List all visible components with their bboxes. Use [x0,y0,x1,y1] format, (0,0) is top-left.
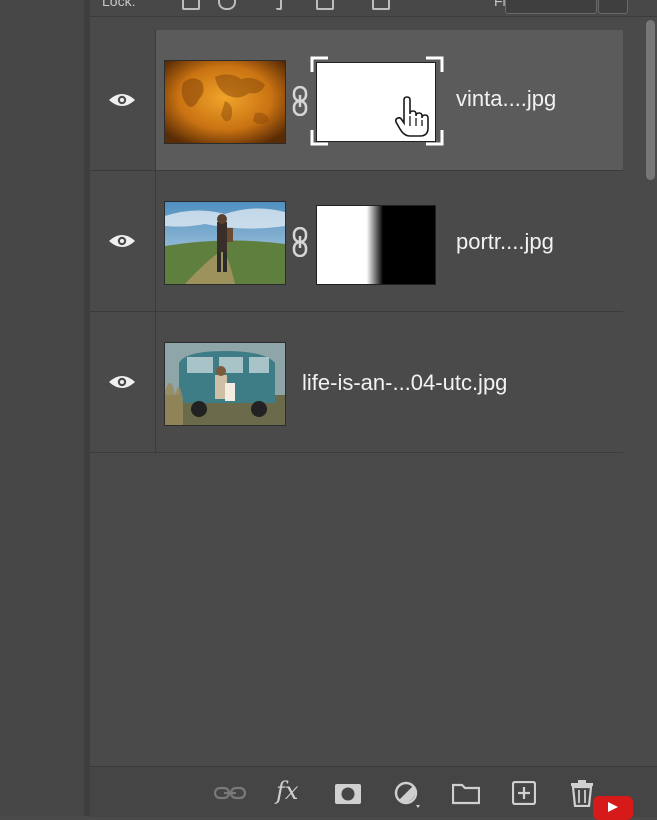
lock-label: Lock: [102,0,136,9]
eye-icon[interactable] [108,233,136,249]
layer-thumbnail [164,342,286,426]
scrollbar-thumb[interactable] [646,20,655,180]
mask-link-icon[interactable] [292,227,308,257]
lock-pixels-icon[interactable] [182,0,200,10]
layers-options-bar: Lock: Fill: [90,0,657,17]
new-group-icon[interactable] [452,781,480,805]
layers-bottom-toolbar: fx [90,766,657,817]
lock-all-icon[interactable] [372,0,390,10]
layer-name[interactable]: life-is-an-...04-utc.jpg [302,370,507,396]
play-icon [608,802,618,812]
youtube-logo [593,796,633,820]
lock-artboard-icon[interactable] [316,0,334,10]
lock-brush-icon[interactable] [218,0,236,10]
mask-link-icon[interactable] [292,86,308,116]
adjustment-layer-icon[interactable] [394,781,422,809]
new-layer-icon[interactable] [512,781,536,805]
layer-thumbnail [164,201,286,285]
hand-cursor-icon [394,96,429,137]
fill-dropdown[interactable] [598,0,628,14]
trash-icon[interactable] [570,779,594,807]
layer-name[interactable]: portr....jpg [456,229,554,255]
eye-icon[interactable] [108,374,136,390]
layer-row[interactable]: life-is-an-...04-utc.jpg [90,312,623,453]
layer-row[interactable]: vinta....jpg [90,30,623,171]
fill-input[interactable] [505,0,597,14]
link-layers-icon[interactable] [214,785,246,801]
eye-icon[interactable] [108,92,136,108]
add-mask-icon[interactable] [334,783,362,805]
fx-icon[interactable]: fx [276,777,298,805]
layer-mask-thumbnail[interactable] [316,205,436,285]
layer-name[interactable]: vinta....jpg [456,86,556,112]
layer-thumbnail [164,60,286,144]
visibility-column [90,171,156,311]
visibility-column [90,30,156,170]
left-gutter [0,0,85,816]
visibility-column [90,312,156,452]
lock-position-icon[interactable] [276,0,282,10]
layer-row[interactable]: portr....jpg [90,171,623,312]
